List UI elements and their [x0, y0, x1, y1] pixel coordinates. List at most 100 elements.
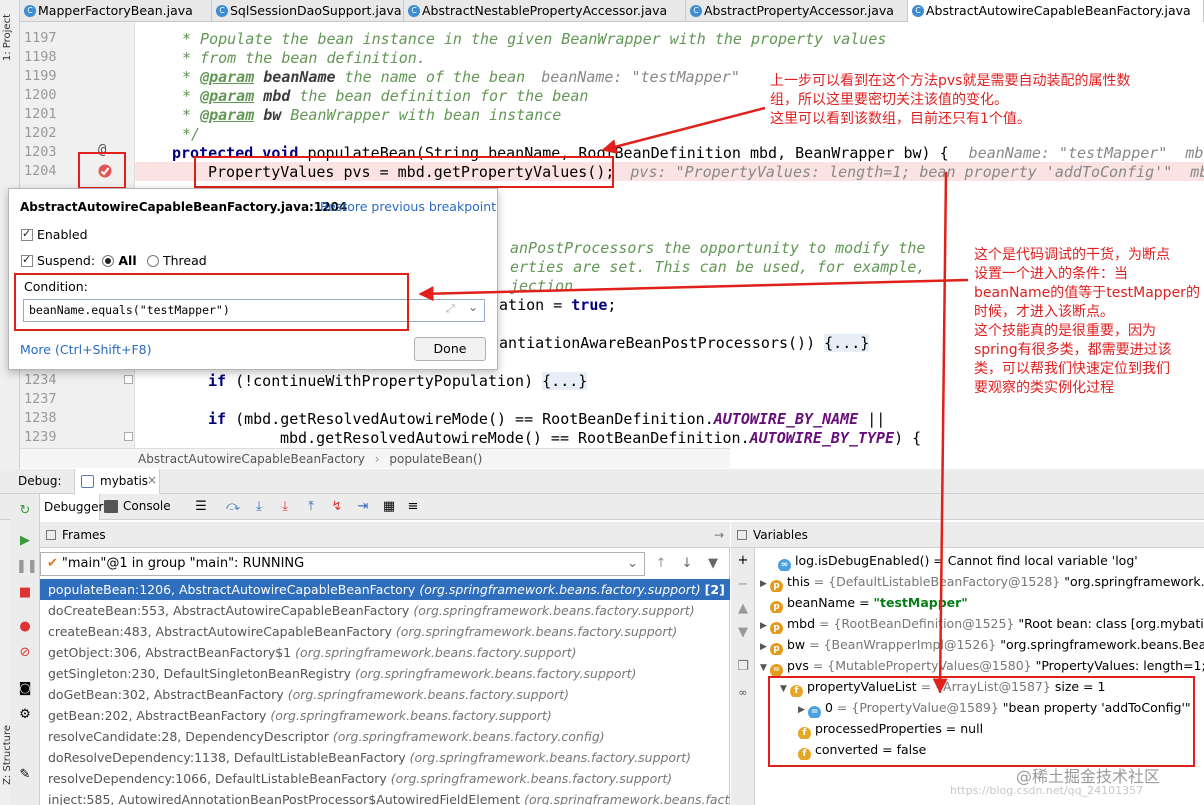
fold-icon[interactable] — [124, 432, 133, 441]
editor-tab-bar: C MapperFactoryBean.java C SqlSessionDaoSu… — [20, 0, 1204, 22]
variable-row[interactable]: ▶ p mbd = {RootBeanDefinition@1525} "Root … — [760, 613, 1204, 634]
checkbox-icon — [21, 253, 33, 267]
variable-row[interactable]: ▶ p this = {DefaultListableBeanFactory@152… — [760, 571, 1204, 592]
annotation-line: 时候，才进入该断点。 — [974, 304, 1114, 320]
code-line-1199: * @param beanName the name of the bean be… — [182, 68, 740, 86]
drop-frame-icon[interactable]: ↯ — [328, 498, 346, 516]
camera-icon[interactable]: ◙ — [16, 680, 34, 698]
tab-debugger[interactable]: Debugger — [40, 494, 103, 520]
code-line-1208: erties are set. This can be used, for ex… — [510, 258, 926, 276]
code-line-1239: mbd.getResolvedAutowireMode() == RootBea… — [280, 429, 922, 447]
frame-up-icon[interactable]: ↑ — [652, 555, 670, 573]
tab-mapperfactorybean[interactable]: C MapperFactoryBean.java — [20, 0, 212, 22]
add-watch-icon[interactable]: + — [734, 552, 752, 570]
move-down-icon[interactable]: ▼ — [734, 624, 752, 642]
class-icon: C — [912, 5, 924, 17]
thread-label: "main"@1 in group "main": RUNNING — [61, 556, 305, 571]
console-icon — [104, 500, 118, 513]
move-up-icon[interactable]: ▲ — [734, 600, 752, 618]
frame-row[interactable]: resolveDependency:1066, DefaultListableB… — [40, 768, 730, 789]
frame-row[interactable]: resolveCandidate:28, DependencyDescripto… — [40, 726, 730, 747]
annotation-line: 上一步可以看到在这个方法pvs就是需要自动装配的属性数 — [770, 73, 1131, 89]
pause-icon[interactable]: ❚❚ — [16, 558, 38, 576]
view-breakpoints-icon[interactable]: ● — [16, 618, 34, 636]
variable-row[interactable]: p beanName = "testMapper" — [770, 592, 968, 613]
done-button[interactable]: Done — [414, 337, 486, 361]
expand-editor-icon[interactable]: ⤢ — [446, 302, 455, 316]
frame-row[interactable]: populateBean:1206, AbstractAutowireCapab… — [40, 579, 730, 600]
step-out-icon[interactable]: ⤒ — [302, 498, 320, 516]
param-icon: p — [770, 622, 783, 634]
frame-row[interactable]: getBean:202, AbstractBeanFactory (org.sp… — [40, 705, 730, 726]
property-list-highlight-box — [768, 676, 1195, 767]
tab-console[interactable]: Console — [123, 499, 171, 513]
step-into-icon[interactable]: ⤓ — [250, 498, 268, 516]
close-icon[interactable]: × — [147, 473, 157, 487]
line-number: 1200 — [24, 87, 57, 103]
code-line-1234: if (!continueWithPropertyPopulation) {..… — [208, 372, 588, 390]
remove-watch-icon[interactable]: − — [734, 576, 752, 594]
frame-row[interactable]: inject:585, AutowiredAnnotationBeanPostP… — [40, 789, 730, 805]
frame-row[interactable]: doResolveDependency:1138, DefaultListabl… — [40, 747, 730, 768]
thread-selector[interactable]: ✔ "main"@1 in group "main": RUNNING ⌄ — [40, 552, 645, 576]
resume-icon[interactable]: ▶ — [16, 532, 34, 550]
tab-label: MapperFactoryBean.java — [38, 3, 193, 18]
param-icon: p — [770, 601, 783, 613]
settings-icon[interactable]: ⚙ — [16, 706, 34, 724]
pvs-highlight-box — [194, 156, 614, 188]
mute-breakpoints-icon[interactable]: ⊘ — [16, 644, 34, 662]
tab-abstractnestablepropertyaccessor[interactable]: C AbstractNestablePropertyAccessor.java — [404, 0, 686, 22]
tab-abstractautowirecapablebeanfactory[interactable]: C AbstractAutowireCapableBeanFactory.java — [908, 0, 1204, 22]
expand-icon[interactable]: ▶ — [760, 637, 770, 655]
line-number: 1198 — [24, 49, 57, 65]
frame-down-icon[interactable]: ↓ — [678, 555, 696, 573]
code-line-1200: * @param mbd the bean definition for the… — [182, 87, 589, 105]
fold-icon[interactable] — [124, 375, 133, 384]
expand-icon[interactable]: ▶ — [760, 574, 770, 592]
annotation-note-pvs: 上一步可以看到在这个方法pvs就是需要自动装配的属性数 组，所以这里要密切关注该… — [770, 72, 1200, 129]
variable-row[interactable]: ∞ log.isDebugEnabled() = Cannot find loca… — [778, 550, 1138, 571]
show-execution-point-icon[interactable]: ☰ — [192, 498, 210, 516]
suspend-all-radio[interactable]: All — [102, 253, 137, 268]
variables-icon — [737, 530, 747, 540]
enabled-checkbox[interactable]: Enabled — [21, 227, 88, 242]
frame-row[interactable]: createBean:483, AbstractAutowireCapableB… — [40, 621, 730, 642]
radio-icon — [102, 255, 114, 267]
pin-icon[interactable]: ✎ — [16, 766, 34, 784]
suspend-checkbox[interactable]: Suspend: — [21, 253, 95, 268]
expand-icon[interactable]: ▶ — [760, 616, 770, 634]
show-watches-icon[interactable]: ∞ — [734, 684, 752, 702]
param-icon: p — [770, 580, 783, 592]
trace-icon[interactable]: ≡ — [404, 498, 422, 516]
tab-abstractpropertyaccessor[interactable]: C AbstractPropertyAccessor.java — [686, 0, 908, 22]
chevron-down-icon[interactable]: ⌄ — [468, 300, 478, 314]
copy-icon[interactable]: ❐ — [734, 658, 752, 676]
breadcrumb-method[interactable]: populateBean() — [389, 452, 482, 466]
line-number: 1238 — [24, 410, 57, 426]
tab-sqlsessiondaosupport[interactable]: C SqlSessionDaoSupport.java — [212, 0, 404, 22]
variable-row[interactable]: ▶ p bw = {BeanWrapperImpl@1526} "org.sprin… — [760, 634, 1204, 655]
tab-mybatis[interactable]: mybatis × — [74, 469, 160, 494]
variable-row[interactable]: ▼ = pvs = {MutablePropertyValues@1580} "Pr… — [760, 655, 1204, 676]
project-tool-label[interactable]: 1: Project — [2, 14, 13, 61]
conditional-breakpoint-icon[interactable] — [97, 163, 113, 179]
frame-row[interactable]: getObject:306, AbstractBeanFactory$1 (or… — [40, 642, 730, 663]
filter-icon[interactable]: ▼ — [704, 555, 722, 573]
collapse-icon[interactable]: ▼ — [760, 658, 770, 676]
stop-icon[interactable]: ■ — [16, 584, 34, 602]
frame-row[interactable]: getSingleton:230, DefaultSingletonBeanRe… — [40, 663, 730, 684]
restore-layout-icon[interactable]: → — [714, 522, 724, 548]
force-step-into-icon[interactable]: ⤓ — [276, 498, 294, 516]
breadcrumb-class[interactable]: AbstractAutowireCapableBeanFactory — [138, 452, 365, 466]
frame-row[interactable]: doGetBean:302, AbstractBeanFactory (org.… — [40, 684, 730, 705]
run-to-cursor-icon[interactable]: ⇥ — [354, 498, 372, 516]
more-link[interactable]: More (Ctrl+Shift+F8) — [20, 342, 151, 357]
suspend-thread-radio[interactable]: Thread — [147, 253, 207, 268]
debug-toolbar: Debugger Console ☰ ⤼ ⤓ ⤓ ⤒ ↯ ⇥ ▦ ≡ — [0, 494, 1204, 520]
rerun-icon[interactable]: ↻ — [16, 502, 34, 520]
evaluate-expression-icon[interactable]: ▦ — [380, 498, 398, 516]
frame-row[interactable]: doCreateBean:553, AbstractAutowireCapabl… — [40, 600, 730, 621]
restore-breakpoint-link[interactable]: Restore previous breakpoint — [320, 199, 496, 214]
step-over-icon[interactable]: ⤼ — [224, 498, 242, 516]
code-line-1201: * @param bw BeanWrapper with bean instan… — [182, 106, 562, 124]
